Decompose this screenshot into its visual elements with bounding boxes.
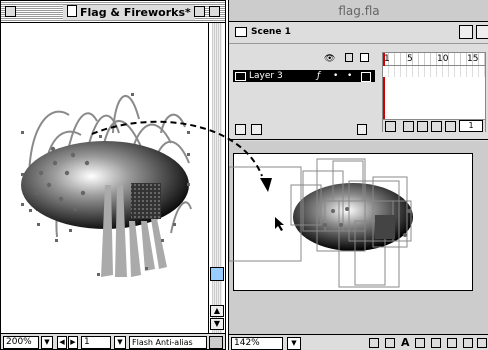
onion-skin-icon[interactable]	[403, 121, 414, 132]
authoring-status-bar: 142% ▼ A	[229, 334, 488, 350]
frame-ruler[interactable]: 1 5 10 15	[383, 53, 485, 66]
zoom-menu-icon[interactable]: ▼	[41, 336, 53, 349]
info-icon[interactable]	[369, 338, 379, 348]
layer-row[interactable]: Layer 3 ƒ • •	[233, 70, 375, 82]
edit-multiple-icon[interactable]	[431, 121, 442, 132]
pencil-icon[interactable]: ƒ	[317, 70, 320, 82]
text-tool-icon[interactable]: A	[401, 336, 410, 349]
zoom-field[interactable]: 200%	[3, 336, 39, 349]
trash-icon[interactable]	[357, 124, 367, 135]
layer-icon	[235, 72, 246, 81]
window-title: Flag & Fireworks*	[63, 5, 195, 20]
projector-window: Flag & Fireworks* ▲ ▼ 200% ▼ ◀ ▶ 1 ▼ Fla…	[0, 0, 226, 350]
animation-canvas	[21, 93, 192, 277]
add-layer-icon[interactable]	[235, 124, 246, 135]
quality-field[interactable]: Flash Anti-alias	[129, 336, 207, 349]
eye-icon[interactable]: 👁	[324, 54, 335, 64]
scroll-up-arrow[interactable]: ▲	[210, 305, 224, 317]
add-guide-icon[interactable]	[251, 124, 262, 135]
vertical-scrollbar[interactable]: ▲ ▼	[208, 23, 225, 333]
frame-number: 5	[407, 54, 413, 64]
lock-dot[interactable]: •	[347, 70, 352, 82]
collapse-box[interactable]	[209, 6, 220, 17]
lock-icon[interactable]	[345, 53, 353, 62]
fill-icon[interactable]	[385, 338, 395, 348]
scene-bar: Scene 1	[229, 22, 488, 44]
flag-canton	[375, 215, 395, 239]
timeline-panel: 👁 Layer 3 ƒ • • 1 5 10 15 1	[229, 44, 488, 140]
frame-number: 10	[437, 54, 449, 64]
projector-title-bar[interactable]: Flag & Fireworks*	[1, 1, 225, 23]
scene-icon	[235, 27, 247, 37]
zoom-menu-icon[interactable]: ▼	[287, 337, 301, 350]
next-frame-icon[interactable]: ▶	[68, 336, 78, 349]
edit-symbol-icon[interactable]	[476, 25, 488, 39]
movie-explorer-icon[interactable]	[463, 338, 473, 348]
outline-icon[interactable]	[360, 53, 369, 62]
actions-icon[interactable]	[477, 338, 487, 348]
window-title: flag.fla	[338, 4, 380, 18]
authoring-window: flag.fla Scene 1 👁 Layer 3 ƒ • • 1 5 10 …	[228, 0, 488, 350]
arrow-cursor-icon	[275, 217, 284, 231]
close-box[interactable]	[5, 6, 16, 17]
quality-menu-icon[interactable]: ▼	[114, 336, 126, 349]
current-frame-field[interactable]: 1	[459, 120, 483, 132]
visibility-dot[interactable]: •	[333, 70, 338, 82]
stage-artwork	[229, 158, 413, 288]
frame-grid[interactable]: 1 5 10 15 1	[382, 52, 486, 132]
layer-name[interactable]: Layer 3	[249, 70, 283, 82]
onion-controls: 1	[383, 119, 485, 132]
zoom-box[interactable]	[194, 6, 205, 17]
scroll-thumb[interactable]	[210, 267, 224, 281]
document-icon	[67, 5, 77, 17]
transform-icon[interactable]	[431, 338, 441, 348]
onion-markers-icon[interactable]	[445, 121, 456, 132]
scroll-track[interactable]	[212, 23, 222, 333]
projector-status-bar: 200% ▼ ◀ ▶ 1 ▼ Flash Anti-alias	[1, 333, 225, 349]
align-icon[interactable]	[415, 338, 425, 348]
stage-area[interactable]	[229, 141, 488, 334]
prev-frame-icon[interactable]: ◀	[57, 336, 67, 349]
frame-field[interactable]: 1	[81, 336, 111, 349]
outline-box[interactable]	[361, 72, 371, 82]
authoring-title-bar[interactable]: flag.fla	[229, 0, 488, 22]
library-icon[interactable]	[447, 338, 457, 348]
frame-row[interactable]	[383, 66, 485, 77]
scroll-down-arrow[interactable]: ▼	[210, 318, 224, 330]
resize-grip[interactable]	[209, 336, 223, 349]
zoom-field[interactable]: 142%	[231, 337, 283, 350]
edit-scene-icon[interactable]	[459, 25, 473, 39]
flag-canton	[131, 183, 161, 219]
center-frame-icon[interactable]	[385, 121, 396, 132]
scene-name[interactable]: Scene 1	[251, 27, 291, 37]
onion-outline-icon[interactable]	[417, 121, 428, 132]
frame-number: 15	[467, 54, 479, 64]
